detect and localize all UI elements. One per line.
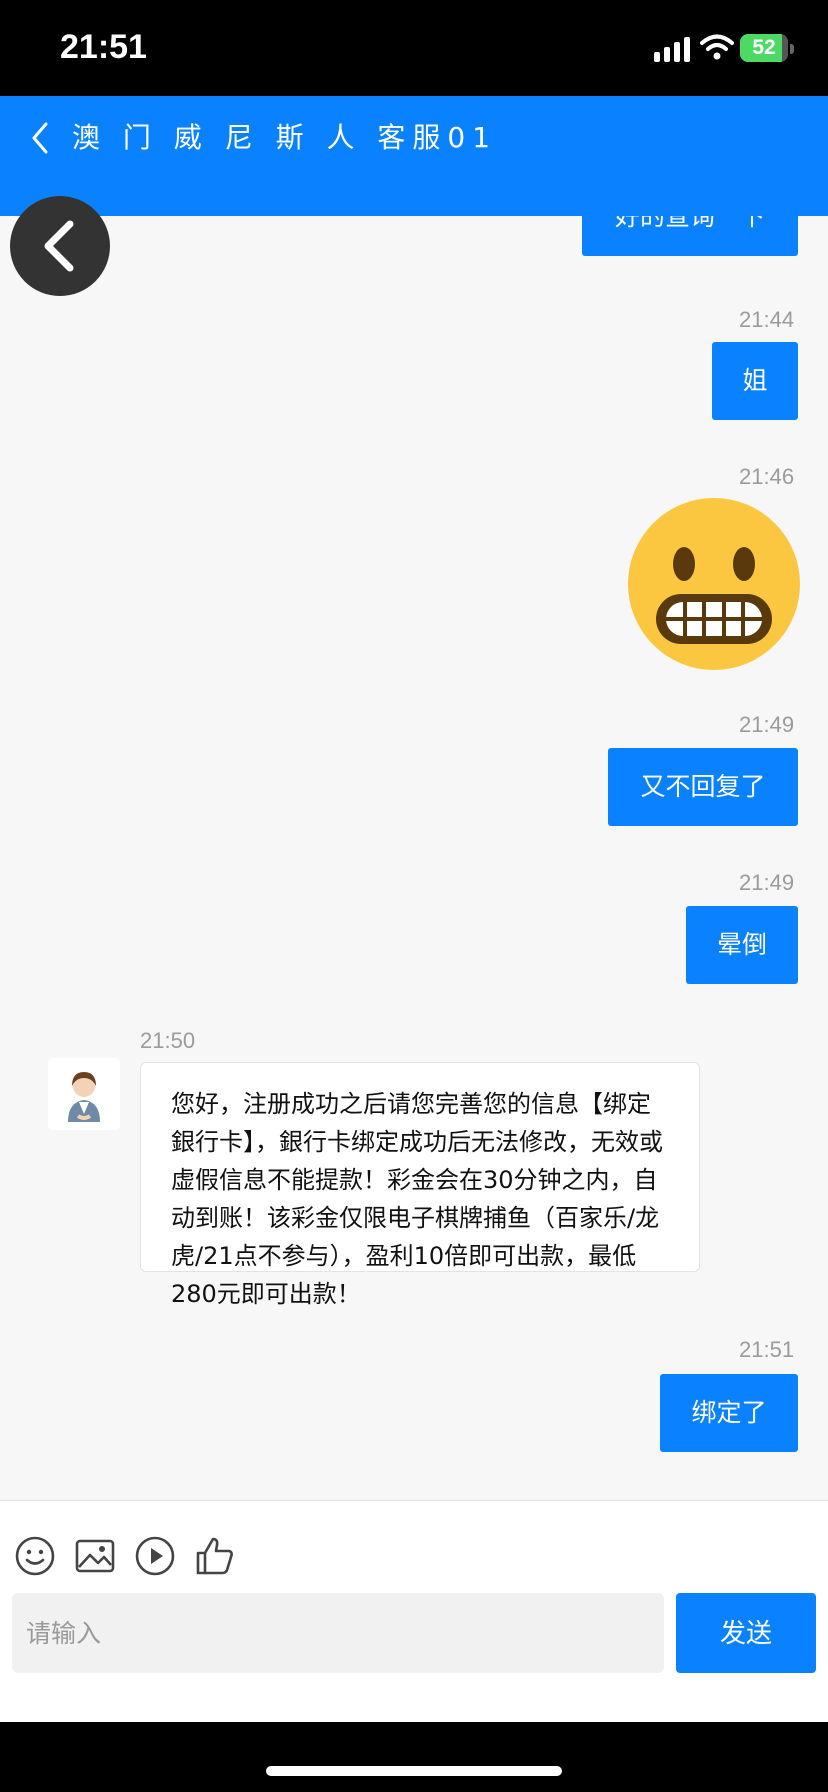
bottom-bar [0,1722,828,1792]
chat-header: 澳 门 威 尼 斯 人 客服01 [0,96,828,216]
message-bubble-outgoing: 又不回复了 [608,748,798,826]
status-time: 21:51 [60,28,147,66]
message-timestamp: 21:44 [739,307,795,332]
message-bubble-outgoing: 好的查询一下 [582,216,798,256]
message-timestamp: 21:46 [739,464,795,489]
chevron-left-icon [44,220,74,272]
agent-avatar[interactable] [48,1058,120,1130]
message-bubble-incoming: 您好，注册成功之后请您完善您的信息【绑定銀行卡】，銀行卡绑定成功后无法修改，无效… [140,1062,700,1308]
message-composer: 发送 [0,1500,828,1723]
message-timestamp: 21:51 [739,1337,795,1362]
thumbs-up-icon[interactable] [194,1535,236,1577]
message-timestamp: 21:49 [739,870,795,895]
grimacing-face-emoji-icon [628,498,800,670]
message-bubble-outgoing: 姐 [712,342,798,420]
send-button[interactable]: 发送 [676,1593,816,1673]
home-indicator[interactable] [266,1766,562,1776]
back-chevron-icon[interactable] [26,118,56,158]
battery-icon: 52 [740,34,788,62]
cellular-signal-icon [654,37,690,62]
message-input[interactable] [12,1593,664,1673]
chat-message-list[interactable]: 好的查询一下 21:44 姐 21:46 21:49 又不回复了 21:49 晕… [0,216,828,1500]
floating-back-button[interactable] [10,196,110,296]
wifi-icon [700,34,734,60]
image-icon[interactable] [74,1535,116,1577]
message-timestamp: 21:49 [739,712,795,737]
emoji-icon[interactable] [14,1535,56,1577]
message-bubble-outgoing: 晕倒 [686,906,798,984]
message-bubble-outgoing: 绑定了 [660,1374,798,1452]
battery-level: 52 [752,36,776,59]
video-icon[interactable] [134,1535,176,1577]
status-bar: 21:51 52 [0,0,828,96]
battery-tip [790,44,794,54]
message-timestamp: 21:50 [140,1028,196,1053]
chat-title: 澳 门 威 尼 斯 人 客服01 [72,121,498,154]
